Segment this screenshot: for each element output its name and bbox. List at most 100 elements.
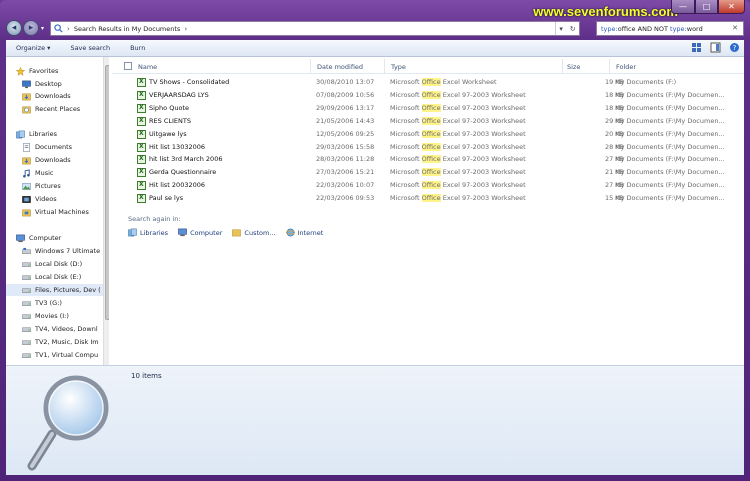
- table-row[interactable]: Uitgawe lys 12/05/2006 09:25 Microsoft Off…: [112, 128, 744, 141]
- excel-file-icon: [137, 181, 146, 191]
- select-all-checkbox[interactable]: [124, 62, 132, 70]
- file-type: Microsoft Office Excel 97-2003 Worksheet: [390, 168, 526, 177]
- excel-file-icon: [137, 103, 146, 113]
- type-highlight: Office: [421, 116, 441, 125]
- type-highlight: Office: [421, 194, 441, 203]
- nav-drive-i[interactable]: Movies (I:): [22, 310, 109, 322]
- address-bar[interactable]: › Search Results in My Documents › ▾ ↻: [50, 21, 580, 36]
- table-row[interactable]: RES CLIENTS 21/05/2006 14:43 Microsoft Off…: [112, 115, 744, 128]
- search-again-custom[interactable]: Custom...: [232, 228, 276, 237]
- nav-drive-d[interactable]: Local Disk (D:): [22, 258, 109, 270]
- type-prefix: Microsoft: [390, 194, 422, 203]
- help-icon[interactable]: ?: [729, 42, 740, 53]
- burn-button[interactable]: Burn: [120, 40, 155, 56]
- nav-drive-tv4[interactable]: TV4, Videos, Downl: [22, 323, 109, 335]
- nav-libraries-header[interactable]: Libraries: [16, 128, 109, 140]
- type-prefix: Microsoft: [390, 116, 422, 125]
- navigation-pane: Favorites Desktop Downloads Recent Place…: [6, 57, 109, 365]
- file-date: 07/08/2009 10:56: [316, 90, 375, 99]
- type-prefix: Microsoft: [390, 129, 422, 138]
- column-folder[interactable]: Folder: [616, 63, 636, 71]
- nav-item-library-downloads[interactable]: Downloads: [22, 154, 109, 166]
- column-size[interactable]: Size: [567, 63, 580, 71]
- column-separator[interactable]: [384, 59, 385, 74]
- disk-drive-icon: [22, 313, 31, 319]
- search-again-computer[interactable]: Computer: [178, 228, 222, 237]
- history-dropdown-icon[interactable]: ▾: [559, 25, 563, 33]
- nav-item-documents[interactable]: Documents: [22, 141, 109, 153]
- table-row[interactable]: Sipho Quote 29/09/2006 13:17 Microsoft Off…: [112, 102, 744, 115]
- type-suffix: Excel 97-2003 Worksheet: [440, 116, 526, 125]
- nav-drive-windows7[interactable]: Windows 7 Ultimate: [22, 245, 109, 257]
- query-prefix: type:: [601, 24, 618, 33]
- type-highlight: Office: [421, 142, 441, 151]
- table-row[interactable]: Hit list 13032006 29/03/2006 15:58 Microso…: [112, 141, 744, 154]
- preview-pane-icon[interactable]: [710, 42, 721, 53]
- excel-file-icon: [137, 78, 146, 87]
- nav-item-music[interactable]: Music: [22, 167, 109, 179]
- nav-scrollbar[interactable]: [103, 57, 109, 365]
- recent-pages-dropdown[interactable]: ▾: [41, 25, 47, 32]
- type-prefix: Microsoft: [390, 78, 422, 86]
- pictures-icon: [22, 182, 31, 190]
- nav-drive-files-pictures-dev[interactable]: Files, Pictures, Dev (: [6, 284, 104, 296]
- nav-item-recent-places[interactable]: Recent Places: [22, 103, 109, 115]
- clear-search-icon[interactable]: ✕: [732, 24, 738, 32]
- column-date[interactable]: Date modified: [317, 63, 363, 71]
- nav-item-downloads[interactable]: Downloads: [22, 90, 109, 102]
- table-row[interactable]: Gerda Questionnaire 27/03/2006 15:21 Micro…: [112, 166, 744, 179]
- excel-file-icon: [137, 116, 146, 126]
- table-row[interactable]: hit list 3rd March 2006 28/03/2006 11:28 M…: [112, 153, 744, 166]
- breadcrumb-path[interactable]: Search Results in My Documents: [74, 25, 181, 33]
- nav-item-desktop[interactable]: Desktop: [22, 78, 109, 90]
- column-separator[interactable]: [310, 59, 311, 74]
- column-name[interactable]: Name: [138, 63, 157, 71]
- breadcrumb-separator-icon[interactable]: ›: [67, 25, 70, 33]
- organize-button[interactable]: Organize ▾: [6, 40, 60, 56]
- virtual-machines-icon: [22, 209, 31, 216]
- svg-text:?: ?: [733, 44, 737, 52]
- computer-icon: [16, 234, 25, 242]
- back-button[interactable]: ◂: [6, 20, 22, 36]
- chevron-right-icon[interactable]: ›: [184, 25, 187, 33]
- file-name: hit list 3rd March 2006: [149, 155, 223, 164]
- libraries-icon: [128, 228, 137, 237]
- downloads-folder-icon: [22, 93, 31, 100]
- nav-item-videos[interactable]: Videos: [22, 193, 109, 205]
- file-folder: My Documents (F:\My Documen...: [615, 116, 725, 125]
- close-button[interactable]: ✕: [718, 0, 745, 14]
- view-options-icon[interactable]: [691, 42, 702, 53]
- type-prefix: Microsoft: [390, 155, 422, 164]
- column-type[interactable]: Type: [391, 63, 406, 71]
- main-area: Favorites Desktop Downloads Recent Place…: [6, 57, 744, 365]
- nav-drive-tv1[interactable]: TV1, Virtual Compu: [22, 349, 109, 361]
- file-name: TV Shows - Consolidated: [149, 78, 230, 86]
- nav-favorites-header[interactable]: Favorites: [16, 65, 109, 77]
- table-row[interactable]: VERJAARSDAG LYS 07/08/2009 10:56 Microsoft…: [112, 89, 744, 102]
- minimize-button[interactable]: —: [671, 0, 695, 14]
- nav-item-pictures[interactable]: Pictures: [22, 180, 109, 192]
- table-row[interactable]: Hit list 20032006 22/03/2006 10:07 Microso…: [112, 179, 744, 192]
- computer-icon: [178, 228, 187, 237]
- search-again-internet[interactable]: Internet: [285, 228, 323, 237]
- column-separator[interactable]: [609, 59, 610, 74]
- downloads-folder-icon: [22, 157, 31, 164]
- nav-computer-header[interactable]: Computer: [16, 232, 109, 244]
- table-row[interactable]: TV Shows - Consolidated 30/08/2010 13:07 M…: [112, 76, 744, 89]
- type-suffix: Excel 97-2003 Worksheet: [440, 194, 526, 203]
- type-highlight: Office: [421, 168, 441, 177]
- search-again-libraries[interactable]: Libraries: [128, 228, 168, 237]
- nav-item-virtual-machines[interactable]: Virtual Machines: [22, 206, 109, 218]
- maximize-button[interactable]: □: [695, 0, 718, 14]
- column-separator[interactable]: [562, 59, 563, 74]
- refresh-icon[interactable]: ↻: [570, 25, 576, 33]
- nav-drive-tv2[interactable]: TV2, Music, Disk Im: [22, 336, 109, 348]
- nav-scrollbar-thumb[interactable]: [105, 65, 109, 320]
- forward-button[interactable]: ▸: [23, 20, 39, 36]
- videos-icon: [22, 195, 31, 203]
- save-search-button[interactable]: Save search: [60, 40, 120, 56]
- search-input[interactable]: type: office AND NOT type: word ✕: [596, 21, 744, 36]
- table-row[interactable]: Paul se lys 22/03/2006 09:53 Microsoft Off…: [112, 192, 744, 205]
- nav-drive-g[interactable]: TV3 (G:): [22, 297, 109, 309]
- nav-drive-e[interactable]: Local Disk (E:): [22, 271, 109, 283]
